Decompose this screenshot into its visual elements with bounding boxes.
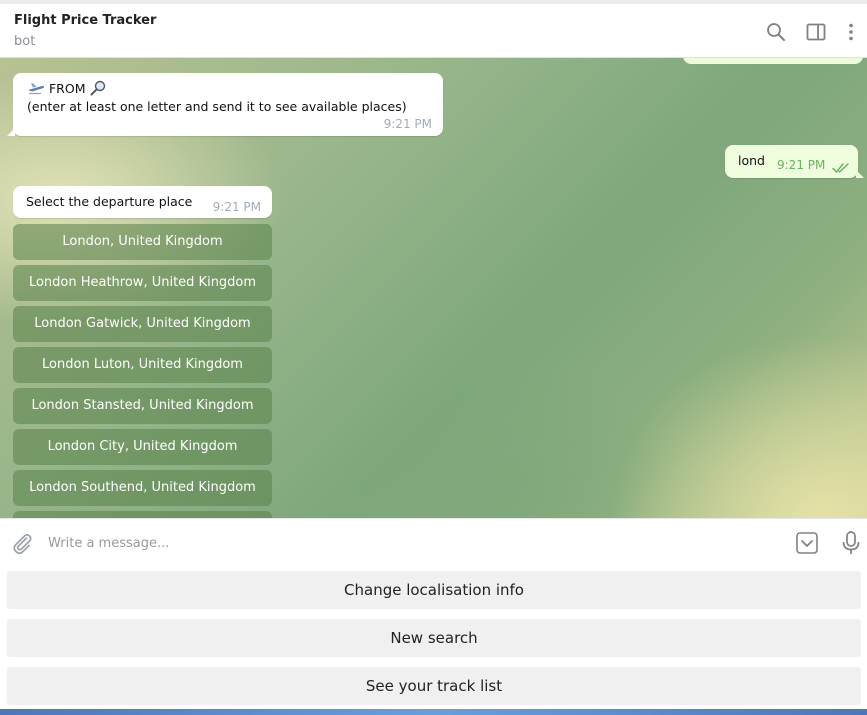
place-option-london[interactable]: London, United Kingdom <box>13 224 272 260</box>
user-message-text: lond <box>738 153 765 168</box>
airplane-icon <box>27 81 45 95</box>
message-composer <box>0 518 867 566</box>
from-label: FROM <box>48 81 86 96</box>
taskbar-edge <box>0 709 867 715</box>
place-option-london-southend[interactable]: London Southend, United Kingdom <box>13 470 272 506</box>
track-list-button[interactable]: See your track list <box>7 667 861 705</box>
chat-subtitle: bot <box>14 34 36 49</box>
message-time: 9:21 PM <box>383 117 432 131</box>
place-option-london-luton[interactable]: London Luton, United Kingdom <box>13 347 272 383</box>
change-localisation-button[interactable]: Change localisation info <box>7 571 861 609</box>
bot-message-select-departure[interactable]: Select the departure place 9:21 PM <box>13 186 272 218</box>
place-option-london-city[interactable]: London City, United Kingdom <box>13 429 272 465</box>
reply-keyboard: Change localisation info New search See … <box>0 566 867 709</box>
more-vertical-icon[interactable] <box>840 21 862 43</box>
prompt-instruction: (enter at least one letter and send it t… <box>27 99 407 114</box>
bot-message-from-prompt[interactable]: FROM (enter at least one letter and send… <box>7 73 443 136</box>
microphone-icon[interactable] <box>839 530 863 556</box>
sidebar-toggle-icon[interactable] <box>805 21 827 43</box>
place-option-partial[interactable] <box>13 511 272 518</box>
place-option-london-gatwick[interactable]: London Gatwick, United Kingdom <box>13 306 272 342</box>
chat-history[interactable]: FROM (enter at least one letter and send… <box>0 58 867 518</box>
place-option-london-heathrow[interactable]: London Heathrow, United Kingdom <box>13 265 272 301</box>
select-departure-text: Select the departure place <box>26 194 193 209</box>
message-time: 9:21 PM <box>212 200 261 214</box>
previous-message-edge <box>683 58 863 64</box>
message-input[interactable] <box>48 531 748 555</box>
chat-title[interactable]: Flight Price Tracker <box>14 13 156 28</box>
double-check-icon <box>832 159 850 173</box>
new-search-button[interactable]: New search <box>7 619 861 657</box>
message-time: 9:21 PM <box>777 158 826 172</box>
search-icon[interactable] <box>765 21 787 43</box>
chat-header: Flight Price Tracker bot <box>0 4 867 58</box>
user-message-lond[interactable]: lond 9:21 PM <box>725 145 864 178</box>
magnifier-icon <box>89 80 107 96</box>
place-option-london-stansted[interactable]: London Stansted, United Kingdom <box>13 388 272 424</box>
paperclip-icon[interactable] <box>10 531 34 555</box>
bot-keyboard-toggle-icon[interactable] <box>795 531 819 555</box>
